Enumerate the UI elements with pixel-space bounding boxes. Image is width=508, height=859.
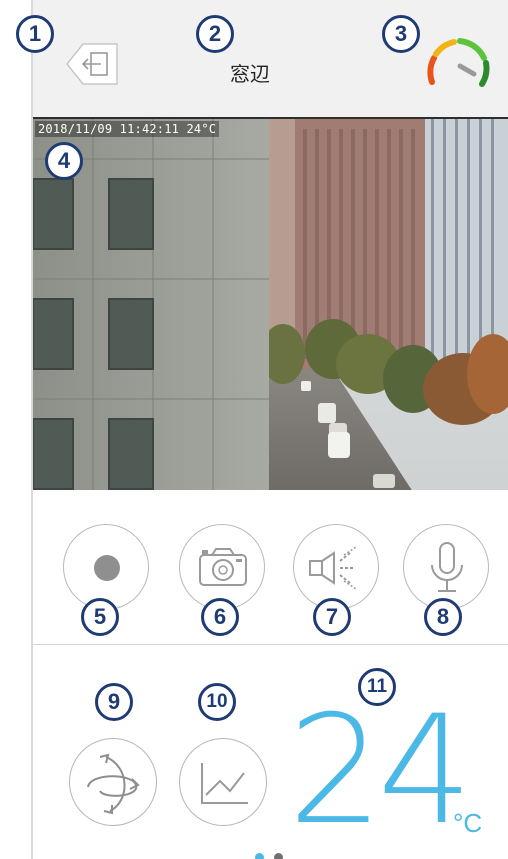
speaker-button[interactable] (293, 524, 379, 610)
callout-badge: 5 (81, 598, 119, 636)
sensor-panel: 24 °C (33, 646, 508, 859)
video-timestamp: 2018/11/09 11:42:11 24°C (35, 121, 220, 137)
snapshot-button[interactable] (179, 524, 265, 610)
header-bar: 窓辺 (33, 0, 508, 117)
line-chart-icon (201, 763, 248, 804)
callout-badge: 10 (198, 683, 236, 721)
pan-tilt-icon (87, 753, 140, 815)
record-icon (94, 555, 120, 581)
temperature-unit: °C (453, 808, 483, 838)
callout-badge: 9 (95, 683, 133, 721)
callout-badge: 7 (313, 598, 351, 636)
callout-badge: 1 (16, 15, 54, 53)
callout-badge: 3 (382, 15, 420, 53)
signal-gauge-icon (427, 38, 490, 87)
signal-strength-button[interactable] (420, 30, 496, 96)
exit-icon (66, 43, 118, 85)
page-title: 窓辺 (230, 64, 270, 86)
callout-badge: 6 (201, 598, 239, 636)
callout-badge: 8 (424, 598, 462, 636)
camera-scene-image (33, 119, 508, 490)
microphone-button[interactable] (403, 524, 489, 610)
callout-badge: 11 (358, 668, 396, 706)
ptz-control-button[interactable] (69, 738, 157, 826)
page-dot-active[interactable] (255, 853, 264, 859)
temperature-value: 24 (288, 684, 473, 858)
back-button[interactable] (53, 36, 123, 92)
live-video-feed[interactable]: 2018/11/09 11:42:11 24°C (33, 117, 508, 490)
camera-app-screen: 窓辺 2018/11/09 11:42:11 24°C 24 °C 1 2 3 … (0, 0, 508, 859)
history-graph-button[interactable] (179, 738, 267, 826)
page-dot[interactable] (274, 853, 283, 859)
callout-badge: 2 (196, 15, 234, 53)
callout-badge: 4 (45, 142, 83, 180)
page-indicator (255, 849, 293, 859)
record-button[interactable] (63, 524, 149, 610)
